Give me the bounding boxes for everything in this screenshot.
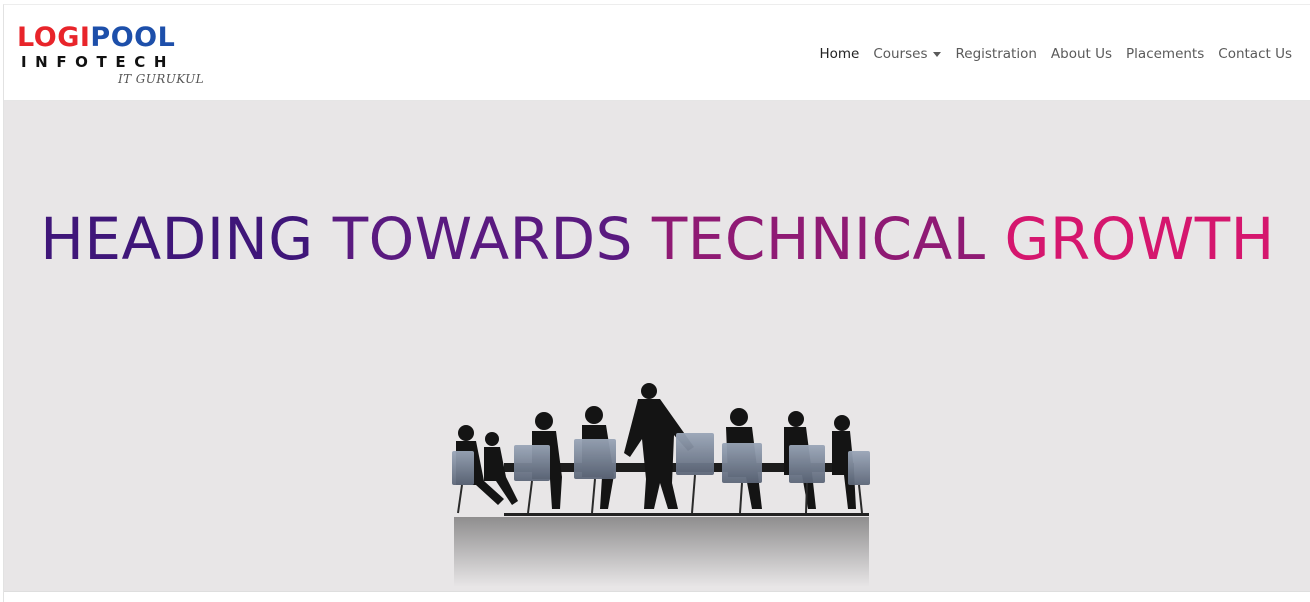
brand-name: LOGIPOOL	[17, 22, 176, 53]
hero-word-3: TECHNICAL	[651, 205, 986, 273]
meeting-silhouette-illustration	[452, 383, 870, 587]
hero-banner: HEADING TOWARDS TECHNICAL GROWTH	[4, 101, 1310, 591]
hero-word-1: HEADING	[40, 205, 314, 273]
below-fold-strip	[4, 591, 1310, 602]
nav-home[interactable]: Home	[812, 43, 866, 65]
nav-courses-dropdown[interactable]: Courses	[866, 43, 948, 65]
navbar: LOGIPOOL INFOTECH IT GURUKUL Home Course…	[4, 5, 1310, 101]
brand-logo[interactable]: LOGIPOOL INFOTECH IT GURUKUL	[16, 21, 206, 91]
brand-tagline: IT GURUKUL	[118, 72, 205, 86]
caret-down-icon	[933, 51, 942, 57]
nav-contact-us[interactable]: Contact Us	[1211, 43, 1299, 65]
main-nav: Home Courses Registration About Us Place…	[812, 43, 1299, 65]
hero-word-2: TOWARDS	[332, 205, 633, 273]
nav-about-us[interactable]: About Us	[1044, 43, 1119, 65]
hero-word-4: GROWTH	[1004, 205, 1275, 273]
nav-registration[interactable]: Registration	[948, 43, 1043, 65]
page: LOGIPOOL INFOTECH IT GURUKUL Home Course…	[3, 4, 1310, 602]
brand-subtitle: INFOTECH	[21, 53, 175, 71]
hero-title: HEADING TOWARDS TECHNICAL GROWTH	[4, 204, 1310, 274]
nav-placements[interactable]: Placements	[1119, 43, 1211, 65]
